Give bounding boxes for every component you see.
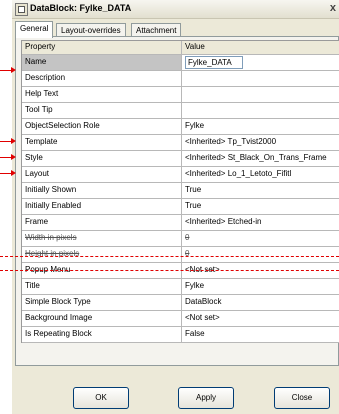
property-name: Frame bbox=[22, 215, 182, 230]
column-header-property: Property bbox=[22, 41, 182, 54]
property-name: Tool Tip bbox=[22, 103, 182, 118]
property-name: Help Text bbox=[22, 87, 182, 102]
tab-layout-overrides[interactable]: Layout-overrides bbox=[56, 23, 126, 37]
property-value[interactable]: Fylke bbox=[182, 279, 339, 294]
property-value[interactable]: 0 bbox=[182, 231, 339, 246]
table-row[interactable]: Is Repeating Block False bbox=[22, 327, 339, 343]
table-row[interactable]: Initially Enabled True bbox=[22, 199, 339, 215]
property-name: Name bbox=[22, 55, 182, 70]
table-row[interactable]: Template <Inherited> Tp_Tvist2000 bbox=[22, 135, 339, 151]
property-name: Initially Enabled bbox=[22, 199, 182, 214]
table-row[interactable]: Tool Tip bbox=[22, 103, 339, 119]
property-name: Is Repeating Block bbox=[22, 327, 182, 342]
column-header-value: Value bbox=[185, 42, 205, 51]
property-value[interactable]: <Not set> bbox=[182, 311, 339, 326]
grid-header: Property Value bbox=[22, 41, 339, 55]
property-name: Template bbox=[22, 135, 182, 150]
property-value[interactable]: Fylke bbox=[182, 119, 339, 134]
general-panel: Property Value Name Fylke_DATA Descripti… bbox=[15, 36, 339, 366]
property-value[interactable] bbox=[182, 103, 339, 118]
name-value-input[interactable]: Fylke_DATA bbox=[185, 56, 243, 69]
property-value[interactable]: <Inherited> Lo_1_Letoto_Fifitl bbox=[182, 167, 339, 182]
annotation-arrow-template bbox=[0, 138, 16, 144]
property-value[interactable] bbox=[182, 71, 339, 86]
table-row[interactable]: Simple Block Type DataBlock bbox=[22, 295, 339, 311]
property-name: ObjectSelection Role bbox=[22, 119, 182, 134]
apply-button[interactable]: Apply bbox=[178, 387, 234, 409]
table-row[interactable]: Width in pixels 0 bbox=[22, 231, 339, 247]
property-name: Title bbox=[22, 279, 182, 294]
annotation-dashed-line bbox=[0, 270, 339, 271]
table-row[interactable]: Name Fylke_DATA bbox=[22, 55, 339, 71]
annotation-dashed-line bbox=[0, 256, 339, 257]
property-value[interactable]: <Inherited> Tp_Tvist2000 bbox=[182, 135, 339, 150]
window-title: DataBlock: Fylke_DATA bbox=[30, 3, 132, 13]
table-row[interactable]: Popup Menu <Not set> bbox=[22, 263, 339, 279]
property-value[interactable]: False bbox=[182, 327, 339, 342]
property-name: Description bbox=[22, 71, 182, 86]
table-row[interactable]: Initially Shown True bbox=[22, 183, 339, 199]
property-value[interactable]: <Inherited> St_Black_On_Trans_Frame bbox=[182, 151, 339, 166]
window-icon bbox=[15, 3, 28, 16]
close-button[interactable]: Close bbox=[274, 387, 330, 409]
property-name: Simple Block Type bbox=[22, 295, 182, 310]
property-name: Width in pixels bbox=[22, 231, 182, 246]
property-value[interactable]: True bbox=[182, 199, 339, 214]
property-name: Initially Shown bbox=[22, 183, 182, 198]
property-name: Layout bbox=[22, 167, 182, 182]
table-row[interactable]: Height in pixels 0 bbox=[22, 247, 339, 263]
property-value[interactable] bbox=[182, 87, 339, 102]
property-value[interactable]: DataBlock bbox=[182, 295, 339, 310]
tab-attachment[interactable]: Attachment bbox=[131, 23, 182, 37]
table-row[interactable]: Style <Inherited> St_Black_On_Trans_Fram… bbox=[22, 151, 339, 167]
table-row[interactable]: Description bbox=[22, 71, 339, 87]
property-value[interactable]: <Inherited> Etched-in bbox=[182, 215, 339, 230]
property-grid: Property Value Name Fylke_DATA Descripti… bbox=[21, 40, 339, 343]
annotation-arrow-name bbox=[0, 67, 16, 73]
table-row[interactable]: Help Text bbox=[22, 87, 339, 103]
tab-general[interactable]: General bbox=[15, 21, 54, 38]
table-row[interactable]: Frame <Inherited> Etched-in bbox=[22, 215, 339, 231]
table-row[interactable]: Layout <Inherited> Lo_1_Letoto_Fifitl bbox=[22, 167, 339, 183]
databblock-dialog: DataBlock: Fylke_DATA x General Layout-o… bbox=[12, 0, 339, 414]
property-value[interactable]: True bbox=[182, 183, 339, 198]
property-name: Style bbox=[22, 151, 182, 166]
annotation-arrow-layout bbox=[0, 170, 16, 176]
table-row[interactable]: ObjectSelection Role Fylke bbox=[22, 119, 339, 135]
property-name: Height in pixels bbox=[22, 247, 182, 262]
ok-button[interactable]: OK bbox=[73, 387, 129, 409]
annotation-arrow-style bbox=[0, 154, 16, 160]
property-value: Fylke_DATA bbox=[182, 55, 339, 70]
table-row[interactable]: Title Fylke bbox=[22, 279, 339, 295]
close-icon[interactable]: x bbox=[330, 2, 336, 14]
title-bar: DataBlock: Fylke_DATA x bbox=[12, 0, 339, 19]
property-value[interactable]: 0 bbox=[182, 247, 339, 262]
table-row[interactable]: Background Image <Not set> bbox=[22, 311, 339, 327]
property-name: Background Image bbox=[22, 311, 182, 326]
